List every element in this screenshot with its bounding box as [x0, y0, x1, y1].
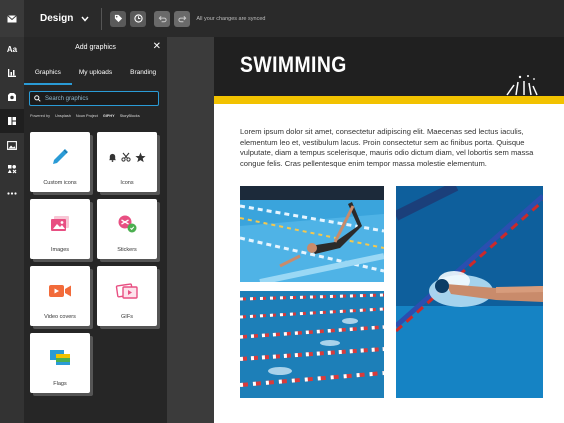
clock-icon[interactable]	[130, 10, 147, 27]
chevron-down-icon	[81, 16, 89, 22]
tab-my-uploads[interactable]: My uploads	[72, 68, 120, 85]
powered-by-label: Powered by	[30, 114, 51, 118]
card-label: Images	[50, 247, 70, 253]
search-placeholder: Search graphics	[45, 95, 89, 102]
unsplash-logo: Unsplash	[55, 114, 71, 118]
chart-icon[interactable]	[0, 61, 24, 85]
card-label: Flags	[53, 381, 67, 387]
card-images[interactable]: Images	[30, 199, 90, 259]
flag-icon	[30, 347, 90, 369]
card-label: GIFs	[121, 314, 133, 320]
pen-icon	[30, 146, 90, 168]
close-icon[interactable]: ✕	[153, 42, 161, 52]
more-icon[interactable]	[0, 181, 24, 205]
search-icon	[34, 95, 41, 102]
powered-by-row: Powered by Unsplash Noun Project GIPHY S…	[30, 114, 162, 118]
tag-icon[interactable]	[110, 10, 127, 27]
panel-tabs: Graphics My uploads Branding	[24, 68, 167, 85]
card-video-covers[interactable]: Video covers	[30, 266, 90, 326]
card-stickers[interactable]: Stickers	[97, 199, 157, 259]
document-page[interactable]: SWIMMING Lorem ipsum dolor sit amet, con…	[214, 37, 564, 423]
toolbar-divider	[101, 7, 103, 30]
image-icon[interactable]	[0, 133, 24, 157]
sticker-icon	[97, 213, 157, 235]
scissors-icon	[121, 152, 131, 162]
card-label: Custom icons	[43, 180, 77, 186]
video-camera-icon	[30, 280, 90, 302]
swimmer-diving-photo[interactable]	[240, 186, 384, 282]
picture-icon	[30, 213, 90, 235]
search-input[interactable]: Search graphics	[29, 91, 159, 106]
design-label: Design	[40, 13, 74, 24]
card-icons[interactable]: Icons	[97, 132, 157, 192]
left-rail: Aa	[0, 37, 24, 423]
freestyle-swimmer-photo[interactable]	[396, 186, 543, 398]
card-custom-icons[interactable]: Custom icons	[30, 132, 90, 192]
envelope-icon[interactable]	[0, 0, 24, 37]
giphy-logo: GIPHY	[102, 114, 115, 118]
page-header: SWIMMING	[214, 37, 564, 96]
tab-graphics[interactable]: Graphics	[24, 68, 72, 85]
media-icon[interactable]	[0, 85, 24, 109]
gif-icon	[97, 280, 157, 302]
redo-icon[interactable]	[174, 10, 191, 27]
text-icon[interactable]: Aa	[0, 37, 24, 61]
canvas-gutter	[167, 37, 214, 423]
card-gifs[interactable]: GIFs	[97, 266, 157, 326]
text-icon-label: Aa	[6, 44, 18, 54]
bell-icon	[108, 153, 117, 162]
body-paragraph[interactable]: Lorem ipsum dolor sit amet, consectetur …	[240, 127, 543, 169]
top-bar: Design All your changes are synced	[0, 0, 564, 37]
lane-ropes-photo[interactable]	[240, 291, 384, 398]
page-title[interactable]: SWIMMING	[240, 52, 347, 78]
add-graphics-panel: Add graphics ✕ Graphics My uploads Brand…	[24, 37, 167, 423]
noun-project-logo: Noun Project	[75, 114, 98, 118]
accent-bar	[214, 96, 564, 104]
splash-graphic	[506, 75, 538, 96]
card-label: Icons	[120, 180, 134, 186]
card-label: Stickers	[117, 247, 137, 253]
layout-icon[interactable]	[0, 109, 24, 133]
panel-title: Add graphics	[75, 44, 116, 51]
star-icon	[135, 152, 146, 162]
design-menu[interactable]: Design	[40, 13, 89, 24]
card-flags[interactable]: Flags	[30, 333, 90, 393]
undo-icon[interactable]	[154, 10, 171, 27]
shapes-icon[interactable]	[0, 157, 24, 181]
sync-status: All your changes are synced	[196, 15, 266, 22]
storyblocks-logo: StoryBlocks	[119, 114, 140, 118]
card-label: Video covers	[44, 314, 76, 320]
tab-branding[interactable]: Branding	[119, 68, 167, 85]
